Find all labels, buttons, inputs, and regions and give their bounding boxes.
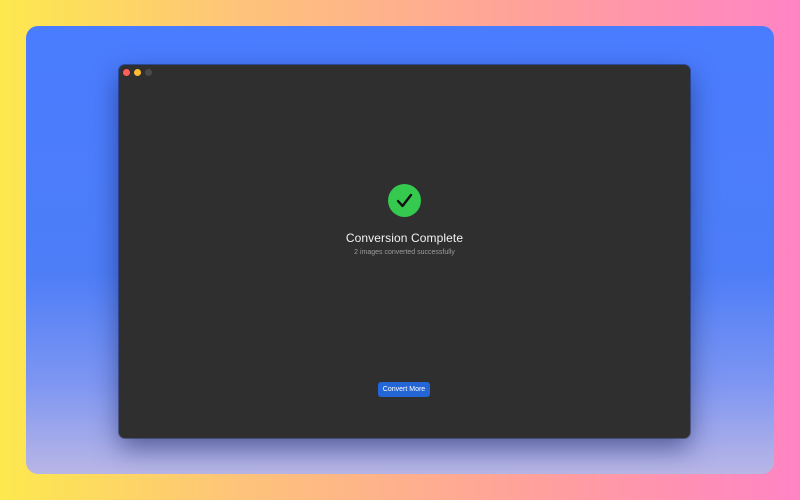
desktop-background: Conversion Complete 2 images converted s… xyxy=(26,26,774,474)
completion-message: 2 images converted successfully xyxy=(354,249,455,256)
app-window: Conversion Complete 2 images converted s… xyxy=(119,65,690,438)
checkmark-circle-icon xyxy=(388,184,421,217)
completion-view: Conversion Complete 2 images converted s… xyxy=(119,65,690,438)
completion-title: Conversion Complete xyxy=(345,231,464,245)
convert-more-button[interactable]: Convert More xyxy=(378,382,430,397)
